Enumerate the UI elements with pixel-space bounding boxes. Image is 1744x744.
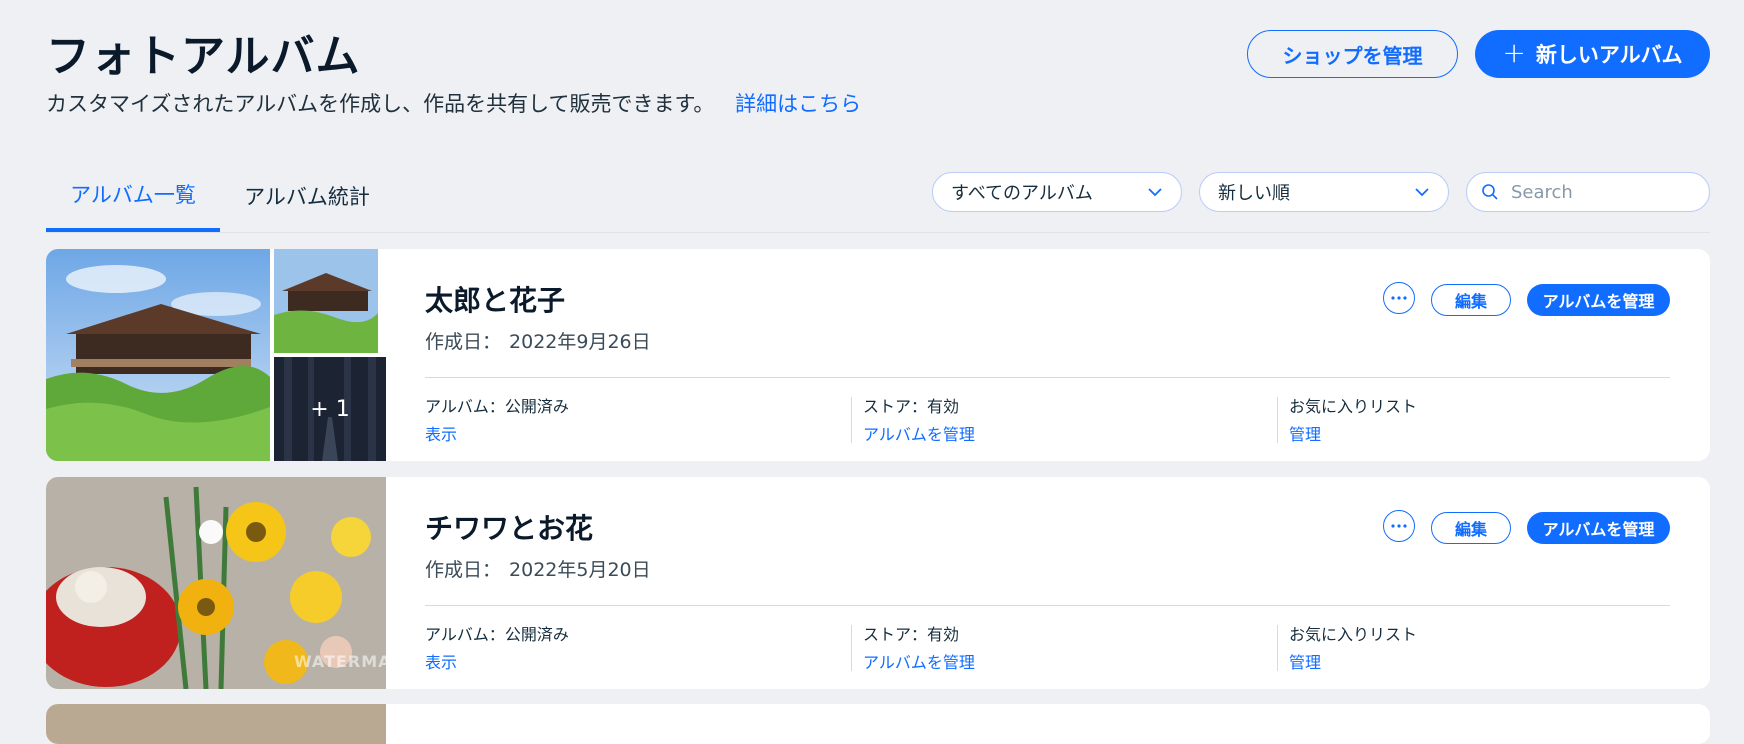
search-box	[1466, 172, 1710, 212]
more-actions-button[interactable]	[1383, 510, 1415, 542]
date-value: 2022年5月20日	[509, 559, 651, 581]
search-icon	[1482, 184, 1498, 200]
divider	[425, 605, 1670, 606]
sort-dropdown[interactable]: 新しい順	[1199, 172, 1449, 212]
manage-favorites-link[interactable]: 管理	[1289, 421, 1417, 445]
stat-label: アルバム：公開済み	[425, 625, 569, 644]
subtitle-text: カスタマイズされたアルバムを作成し、作品を共有して販売できます。	[46, 92, 715, 116]
divider	[425, 377, 1670, 378]
album-filter-value: すべてのアルバム	[951, 183, 1093, 204]
album-date: 作成日： 2022年9月26日	[425, 327, 651, 354]
album-card: + 1 太郎と花子 作成日： 2022年9月26日 編集 アルバムを管理 アルバム…	[46, 249, 1710, 461]
store-status: ストア：有効 アルバムを管理	[849, 393, 975, 445]
new-album-button[interactable]: + 新しいアルバム	[1475, 30, 1710, 78]
stat-label: ストア：有効	[863, 625, 960, 644]
favorites-status: お気に入りリスト 管理	[1275, 393, 1417, 445]
album-card: WATERMA チワワとお花 作成日： 2022年5月20日 編集 アルバムを管理…	[46, 477, 1710, 689]
album-cover-image[interactable]	[46, 249, 270, 461]
tabs-bar: アルバム一覧 アルバム統計	[46, 160, 1710, 233]
ellipsis-icon	[1391, 296, 1407, 300]
album-thumbnail[interactable]	[274, 249, 378, 353]
new-album-label: 新しいアルバム	[1535, 43, 1683, 67]
learn-more-link[interactable]: 詳細はこちら	[735, 92, 861, 116]
stat-label: お気に入りリスト	[1289, 625, 1418, 644]
page-subtitle: カスタマイズされたアルバムを作成し、作品を共有して販売できます。 詳細はこちら	[46, 88, 861, 118]
album-thumbnail-more[interactable]: + 1	[274, 357, 386, 461]
album-status: アルバム：公開済み 表示	[425, 393, 569, 445]
sort-value: 新しい順	[1218, 183, 1290, 204]
album-title: 太郎と花子	[425, 284, 566, 317]
favorites-status: お気に入りリスト 管理	[1275, 621, 1417, 673]
edit-button[interactable]: 編集	[1431, 284, 1511, 316]
page-title: フォトアルバム	[46, 31, 361, 82]
store-status: ストア：有効 アルバムを管理	[849, 621, 975, 673]
stat-label: ストア：有効	[863, 397, 960, 416]
album-status: アルバム：公開済み 表示	[425, 621, 569, 673]
view-link[interactable]: 表示	[425, 421, 569, 445]
album-title: チワワとお花	[425, 512, 594, 545]
album-filter-dropdown[interactable]: すべてのアルバム	[932, 172, 1182, 212]
chevron-down-icon	[1148, 188, 1162, 197]
album-cover-image[interactable]	[46, 704, 386, 744]
date-value: 2022年9月26日	[509, 331, 651, 353]
album-cover-image[interactable]: WATERMA	[46, 477, 386, 689]
watermark-text: WATERMA	[294, 652, 386, 671]
chevron-down-icon	[1415, 188, 1429, 197]
more-photos-count: + 1	[310, 396, 350, 422]
view-link[interactable]: 表示	[425, 649, 569, 673]
tab-album-list[interactable]: アルバム一覧	[46, 160, 220, 232]
more-actions-button[interactable]	[1383, 282, 1415, 314]
search-input[interactable]	[1509, 180, 1689, 204]
album-date: 作成日： 2022年5月20日	[425, 555, 651, 582]
stat-label: アルバム：公開済み	[425, 397, 569, 416]
date-label: 作成日：	[425, 331, 502, 353]
manage-album-button[interactable]: アルバムを管理	[1527, 284, 1670, 316]
manage-favorites-link[interactable]: 管理	[1289, 649, 1417, 673]
date-label: 作成日：	[425, 559, 502, 581]
edit-button[interactable]: 編集	[1431, 512, 1511, 544]
manage-album-link[interactable]: アルバムを管理	[863, 649, 975, 673]
ellipsis-icon	[1391, 524, 1407, 528]
manage-album-button[interactable]: アルバムを管理	[1527, 512, 1670, 544]
manage-album-link[interactable]: アルバムを管理	[863, 421, 975, 445]
manage-shop-button[interactable]: ショップを管理	[1247, 30, 1458, 78]
album-card-partial	[46, 704, 1710, 744]
plus-icon: +	[1502, 35, 1526, 69]
tab-album-stats[interactable]: アルバム統計	[220, 160, 394, 232]
stat-label: お気に入りリスト	[1289, 397, 1418, 416]
